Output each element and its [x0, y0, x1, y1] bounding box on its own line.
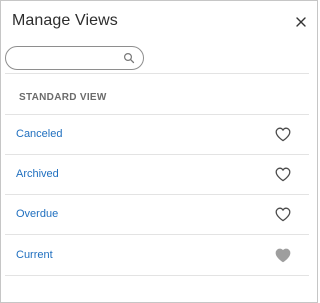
view-link-archived[interactable]: Archived [16, 168, 59, 180]
close-icon [296, 17, 306, 27]
heart-outline-icon[interactable] [275, 207, 291, 222]
search-input[interactable] [16, 50, 116, 66]
heart-filled-icon[interactable] [275, 248, 291, 263]
view-row-archived[interactable]: Archived [5, 155, 309, 195]
view-row-canceled[interactable]: Canceled [5, 115, 309, 155]
search-icon[interactable] [123, 52, 135, 64]
heart-outline-icon[interactable] [275, 127, 291, 142]
view-link-overdue[interactable]: Overdue [16, 208, 58, 220]
manage-views-dialog: Manage Views STANDARD VIEW Canceled Arch… [0, 0, 318, 303]
view-link-current[interactable]: Current [16, 249, 53, 261]
divider [5, 73, 309, 74]
view-row-current[interactable]: Current [5, 236, 309, 276]
dialog-title: Manage Views [12, 12, 118, 29]
divider [5, 234, 309, 235]
heart-outline-icon[interactable] [275, 167, 291, 182]
view-row-overdue[interactable]: Overdue [5, 195, 309, 235]
close-button[interactable] [291, 12, 311, 32]
section-header-standard-view: STANDARD VIEW [19, 92, 107, 103]
view-link-canceled[interactable]: Canceled [16, 128, 62, 140]
search-box[interactable] [5, 46, 144, 70]
divider [5, 275, 309, 276]
